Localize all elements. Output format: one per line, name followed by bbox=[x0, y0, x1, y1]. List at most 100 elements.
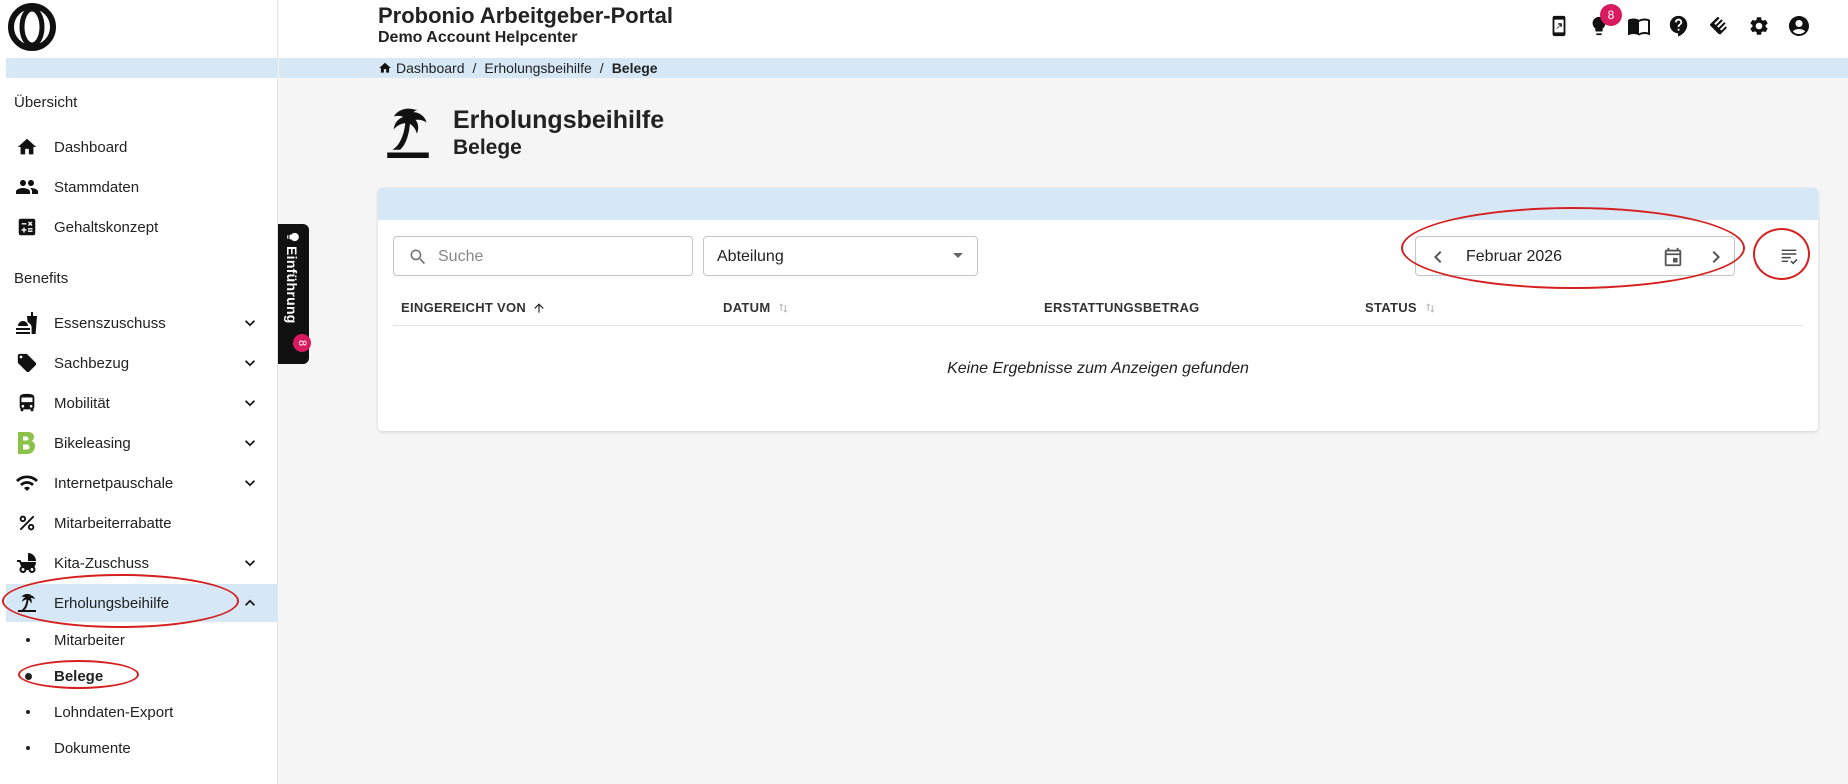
chevron-up-icon[interactable] bbox=[240, 593, 260, 613]
account-icon[interactable] bbox=[1786, 13, 1812, 39]
bullet-icon bbox=[26, 710, 30, 714]
palm-tree-icon bbox=[14, 590, 40, 616]
sidebar-subitem-belege[interactable]: Belege bbox=[6, 659, 278, 693]
calculator-icon bbox=[14, 214, 40, 240]
gear-icon[interactable] bbox=[1746, 13, 1772, 39]
palm-tree-icon bbox=[387, 108, 429, 158]
sidebar-item-label: Stammdaten bbox=[54, 178, 140, 196]
column-label: EINGEREICHT VON bbox=[401, 300, 527, 315]
page-title: Erholungsbeihilfe bbox=[453, 106, 665, 134]
sidebar-item-label: Internetpauschale bbox=[54, 474, 174, 492]
top-header: Probonio Arbeitgeber-Portal Demo Account… bbox=[279, 0, 1848, 58]
intro-tab[interactable]: Einführung 8 bbox=[278, 224, 311, 364]
chevron-down-icon[interactable] bbox=[240, 433, 260, 453]
breadcrumb-dashboard[interactable]: Dashboard bbox=[396, 60, 465, 76]
probonio-logo[interactable] bbox=[7, 3, 57, 51]
breadcrumb: Dashboard / Erholungsbeihilfe / Belege bbox=[279, 58, 1848, 78]
home-icon[interactable] bbox=[378, 61, 392, 75]
month-picker[interactable]: Februar 2026 bbox=[1415, 236, 1735, 276]
chevron-right-icon[interactable] bbox=[1704, 245, 1728, 269]
empty-state-message: Keine Ergebnisse zum Anzeigen gefunden bbox=[947, 360, 1249, 377]
column-erstattungsbetrag: ERSTATTUNGSBETRAG bbox=[1044, 300, 1200, 315]
chevron-down-icon[interactable] bbox=[240, 313, 260, 333]
sidebar-subitem-lohndaten-export[interactable]: Lohndaten-Export bbox=[6, 695, 278, 729]
sidebar-item-sachbezug[interactable]: Sachbezug bbox=[6, 344, 278, 382]
sidebar-item-gehaltskonzept[interactable]: Gehaltskonzept bbox=[6, 208, 278, 246]
dropdown-arrow-icon bbox=[953, 253, 963, 258]
department-select-value: Abteilung bbox=[717, 248, 784, 265]
book-icon[interactable] bbox=[1626, 13, 1652, 39]
people-icon bbox=[14, 174, 40, 200]
sidebar-item-label: Erholungsbeihilfe bbox=[54, 594, 170, 612]
column-eingereicht-von[interactable]: EINGEREICHT VON bbox=[401, 300, 546, 315]
receipts-card: Abteilung Februar 2026 EINGEREICHT VON D… bbox=[378, 188, 1818, 431]
sidebar-item-erholungsbeihilfe[interactable]: Erholungsbeihilfe bbox=[6, 584, 278, 622]
sidebar-item-mitarbeiterrabatte[interactable]: Mitarbeiterrabatte bbox=[6, 504, 278, 542]
intro-tab-badge: 8 bbox=[293, 334, 311, 352]
list-check-button[interactable] bbox=[1771, 238, 1807, 274]
sidebar-item-label: Mitarbeiterrabatte bbox=[54, 514, 172, 532]
notification-badge: 8 bbox=[1600, 4, 1622, 26]
department-select[interactable]: Abteilung bbox=[703, 236, 978, 276]
food-icon bbox=[14, 310, 40, 336]
bullet-icon bbox=[26, 638, 30, 642]
percent-icon bbox=[14, 510, 40, 536]
sidebar-item-bikeleasing[interactable]: Bikeleasing bbox=[6, 424, 278, 462]
sort-icon bbox=[1425, 302, 1435, 313]
month-picker-value: Februar 2026 bbox=[1466, 248, 1563, 265]
bullet-icon bbox=[26, 746, 30, 750]
column-datum[interactable]: DATUM bbox=[723, 300, 790, 315]
sidebar-subitem-label: Belege bbox=[54, 667, 104, 685]
sidebar-item-dashboard[interactable]: Dashboard bbox=[6, 128, 278, 166]
chevron-down-icon[interactable] bbox=[240, 393, 260, 413]
search-field[interactable] bbox=[393, 236, 693, 276]
breadcrumb-separator: / bbox=[599, 60, 604, 76]
sidebar-subitem-mitarbeiter[interactable]: Mitarbeiter bbox=[6, 623, 278, 657]
app-title: Probonio Arbeitgeber-Portal bbox=[378, 3, 673, 28]
sidebar-subitem-label: Dokumente bbox=[54, 739, 131, 757]
sidebar-subitem-dokumente[interactable]: Dokumente bbox=[6, 731, 278, 765]
sort-icon bbox=[779, 302, 789, 313]
chevron-down-icon[interactable] bbox=[240, 473, 260, 493]
calendar-icon[interactable] bbox=[1662, 246, 1684, 268]
sidebar-item-label: Bikeleasing bbox=[54, 434, 131, 452]
column-label: STATUS bbox=[1365, 300, 1417, 315]
benefits-heading: Benefits bbox=[14, 270, 69, 287]
chevron-down-icon[interactable] bbox=[240, 553, 260, 573]
tag-icon bbox=[14, 350, 40, 376]
page-subtitle: Belege bbox=[453, 136, 522, 159]
column-status[interactable]: STATUS bbox=[1365, 300, 1437, 315]
arrow-up-icon bbox=[534, 302, 544, 313]
sidebar-item-essenszuschuss[interactable]: Essenszuschuss bbox=[6, 304, 278, 342]
handshake-icon[interactable] bbox=[1706, 13, 1732, 39]
sidebar-item-label: Essenszuschuss bbox=[54, 314, 166, 332]
breadcrumb-current: Belege bbox=[611, 60, 658, 76]
chevron-left-icon[interactable] bbox=[1426, 245, 1450, 269]
search-icon bbox=[410, 249, 426, 265]
chevron-down-icon[interactable] bbox=[240, 353, 260, 373]
intro-tab-label: Einführung bbox=[284, 246, 300, 324]
breadcrumb-separator: / bbox=[472, 60, 477, 76]
sidebar-item-stammdaten[interactable]: Stammdaten bbox=[6, 168, 278, 206]
sidebar-item-label: Mobilität bbox=[54, 394, 110, 412]
card-header-strip bbox=[378, 188, 1818, 220]
home-icon bbox=[14, 134, 40, 160]
search-input[interactable] bbox=[438, 245, 678, 269]
app-icon[interactable] bbox=[1546, 13, 1572, 39]
sidebar-item-kita-zuschuss[interactable]: Kita-Zuschuss bbox=[6, 544, 278, 582]
sidebar-subitem-label: Mitarbeiter bbox=[54, 631, 125, 649]
list-check-icon bbox=[1781, 249, 1798, 265]
lightbulb-icon bbox=[287, 232, 299, 242]
sidebar-item-mobilitaet[interactable]: Mobilität bbox=[6, 384, 278, 422]
wifi-icon bbox=[14, 470, 40, 496]
sidebar-accent-strip bbox=[6, 58, 278, 78]
sidebar-item-label: Gehaltskonzept bbox=[54, 218, 159, 236]
bus-icon bbox=[14, 390, 40, 416]
breadcrumb-erholungsbeihilfe[interactable]: Erholungsbeihilfe bbox=[484, 60, 591, 76]
column-label: ERSTATTUNGSBETRAG bbox=[1044, 300, 1200, 315]
sidebar: Übersicht Dashboard Stammdaten Gehaltsko… bbox=[0, 0, 278, 784]
sidebar-subitem-label: Lohndaten-Export bbox=[54, 703, 174, 721]
help-icon[interactable] bbox=[1666, 13, 1692, 39]
sidebar-item-internetpauschale[interactable]: Internetpauschale bbox=[6, 464, 278, 502]
sidebar-item-label: Sachbezug bbox=[54, 354, 130, 372]
